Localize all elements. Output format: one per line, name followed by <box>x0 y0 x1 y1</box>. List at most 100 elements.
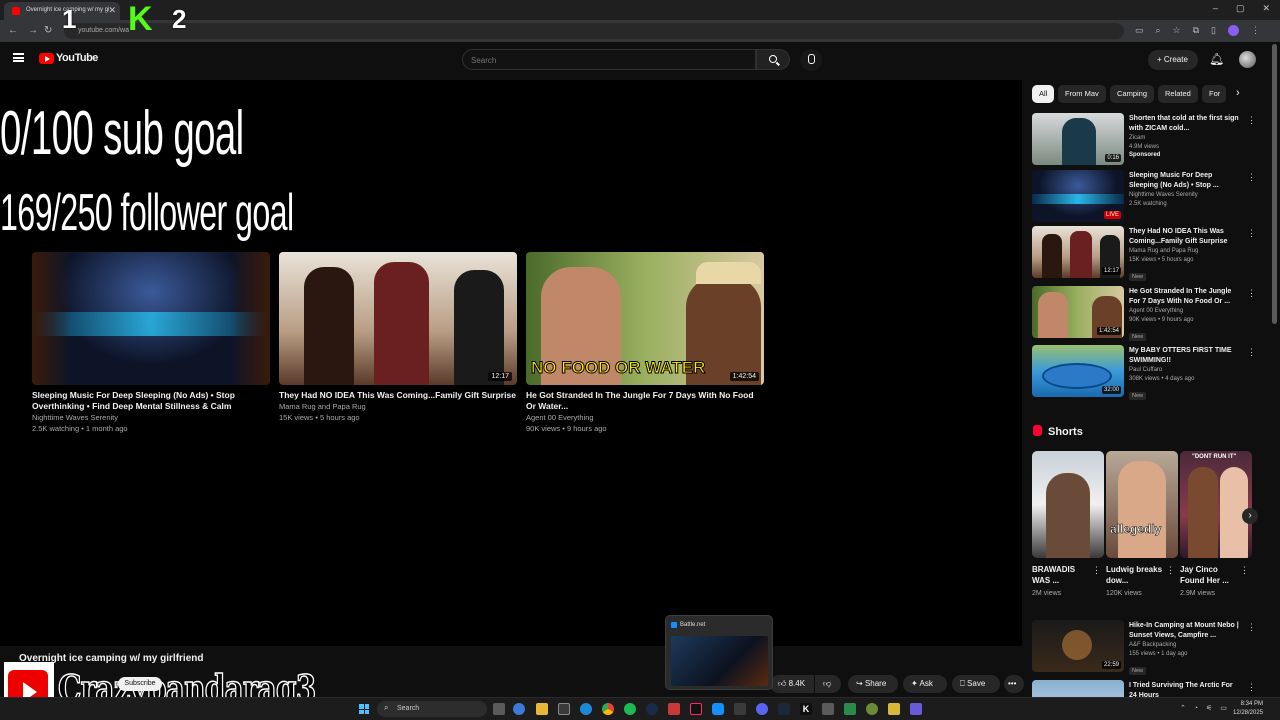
maximize-button[interactable]: ▢ <box>1236 3 1245 14</box>
taskbar-window-preview[interactable]: Battle.net <box>665 615 773 690</box>
task-view-icon[interactable] <box>493 703 505 715</box>
close-window-button[interactable]: ✕ <box>1262 3 1270 14</box>
recommendation-title[interactable]: I Tried Surviving The Arctic For 24 Hour… <box>1129 681 1241 697</box>
discord-icon[interactable] <box>756 703 768 715</box>
file-explorer-icon[interactable] <box>536 703 548 715</box>
kebab-menu-icon[interactable]: ⋮ <box>1247 172 1256 183</box>
tab-close-icon[interactable]: ✕ <box>108 5 116 16</box>
tiktok-icon[interactable] <box>690 703 702 715</box>
app-icon[interactable] <box>888 703 900 715</box>
steam-icon[interactable] <box>778 703 790 715</box>
recommendation-thumbnail[interactable]: 0:16 <box>1032 113 1124 165</box>
dislike-button[interactable]: 👎︎ <box>815 675 841 693</box>
chrome-icon[interactable] <box>602 703 614 715</box>
profile-avatar[interactable] <box>1228 25 1239 36</box>
teams-icon[interactable] <box>910 703 922 715</box>
reload-icon[interactable]: ↻ <box>44 25 52 36</box>
like-button[interactable]: 👍︎ 8.4K <box>770 675 814 693</box>
short-thumbnail[interactable]: "DONT RUN IT" <box>1180 451 1252 558</box>
kebab-menu-icon[interactable]: ⋮ <box>1247 228 1256 239</box>
kebab-menu-icon[interactable]: ⋮ <box>1166 565 1175 576</box>
kebab-menu-icon[interactable]: ⋮ <box>1247 622 1256 633</box>
page-scrollbar[interactable] <box>1272 44 1277 324</box>
end-card-video[interactable]: 12:17 They Had NO IDEA This Was Coming..… <box>279 252 517 423</box>
recommendation-thumbnail[interactable]: 12:17 <box>1032 226 1124 278</box>
kebab-menu-icon[interactable]: ⋮ <box>1247 347 1256 358</box>
search-input[interactable] <box>463 51 755 70</box>
share-button[interactable]: ↪ Share <box>848 675 898 693</box>
short-thumbnail[interactable]: allegedly <box>1106 451 1178 558</box>
kebab-menu-icon[interactable]: ⋮ <box>1240 565 1249 576</box>
create-button[interactable]: + Create <box>1148 50 1198 70</box>
short-title[interactable]: Ludwig breaks dow... <box>1106 564 1164 586</box>
recommendation-thumbnail[interactable]: 1:42:54 <box>1032 286 1124 338</box>
zoom-icon[interactable]: ⌕ <box>1155 25 1160 36</box>
spotify-icon[interactable] <box>624 703 636 715</box>
notifications-bell-icon[interactable]: 🔔︎ <box>1209 52 1224 66</box>
youtube-wordmark[interactable]: YouTube <box>56 52 98 64</box>
chip-camping[interactable]: Camping <box>1110 85 1155 103</box>
taskbar-search[interactable]: Search <box>377 701 487 717</box>
recommendation-title[interactable]: Shorten that cold at the first sign with… <box>1129 114 1241 134</box>
recommendation-title[interactable]: My BABY OTTERS FIRST TIME SWIMMING!! <box>1129 346 1241 366</box>
chip-for[interactable]: For <box>1202 85 1226 103</box>
hamburger-menu-icon[interactable] <box>13 53 24 62</box>
chevron-right-icon[interactable]: › <box>1236 87 1240 99</box>
recommendation-thumbnail[interactable]: 22:59 <box>1032 620 1124 672</box>
recommendation-title[interactable]: He Got Stranded In The Jungle For 7 Days… <box>1129 287 1241 307</box>
recommendation-item[interactable]: 0:16 Shorten that cold at the first sign… <box>1032 113 1262 167</box>
short-item[interactable]: allegedly Ludwig breaks dow... 120K view… <box>1106 451 1178 597</box>
voice-search-mic-icon[interactable] <box>800 49 822 71</box>
short-title[interactable]: Jay Cinco Found Her ... <box>1180 564 1238 586</box>
minimize-button[interactable]: – <box>1213 3 1218 14</box>
recommendation-item[interactable]: I Tried Surviving The Arctic For 24 Hour… <box>1032 680 1262 697</box>
app-icon[interactable] <box>668 703 680 715</box>
shorts-next-chevron-icon[interactable]: › <box>1242 508 1258 524</box>
search-button[interactable] <box>756 49 790 70</box>
search-box[interactable] <box>462 49 756 70</box>
system-tray-icons[interactable]: ⌃ ◔ ⚟ ▭ <box>1180 704 1230 712</box>
chip-all[interactable]: All <box>1032 85 1055 103</box>
edge-icon[interactable] <box>580 703 592 715</box>
end-card-title[interactable]: He Got Stranded In The Jungle For 7 Days… <box>526 390 764 412</box>
app-icon[interactable] <box>866 703 878 715</box>
app-icon[interactable] <box>734 703 746 715</box>
end-card-video[interactable]: Sleeping Music For Deep Sleeping (No Ads… <box>32 252 270 434</box>
end-card-thumbnail[interactable] <box>32 252 270 385</box>
end-card-thumbnail[interactable]: 12:17 <box>279 252 517 385</box>
app-icon[interactable] <box>646 703 658 715</box>
copilot-icon[interactable] <box>513 703 525 715</box>
short-thumbnail[interactable] <box>1032 451 1104 558</box>
save-button[interactable]: ⎕ Save <box>952 675 1000 693</box>
preview-thumbnail[interactable] <box>671 636 768 686</box>
back-icon[interactable]: ← <box>8 25 18 36</box>
recommendation-thumbnail[interactable]: LIVE <box>1032 170 1124 222</box>
forward-icon[interactable]: → <box>28 25 38 36</box>
recommendation-title[interactable]: They Had NO IDEA This Was Coming...Famil… <box>1129 227 1241 247</box>
app-icon[interactable] <box>844 703 856 715</box>
more-actions-button[interactable]: ••• <box>1004 675 1024 693</box>
chip-from-mav[interactable]: From Mav <box>1058 85 1106 103</box>
short-item[interactable]: BRAWADIS WAS ... 2M views ⋮ <box>1032 451 1104 597</box>
subscribe-button[interactable]: Subscribe <box>118 677 162 691</box>
recommendation-title[interactable]: Sleeping Music For Deep Sleeping (No Ads… <box>1129 171 1241 191</box>
end-card-video[interactable]: NO FOOD OR WATER 1:42:54 He Got Stranded… <box>526 252 764 434</box>
account-avatar[interactable] <box>1239 51 1256 68</box>
bookmark-star-icon[interactable]: ☆ <box>1173 25 1181 36</box>
recommendation-item[interactable]: 22:59 Hike-In Camping at Mount Nebo | Su… <box>1032 620 1262 675</box>
kebab-menu-icon[interactable]: ⋮ <box>1247 115 1256 126</box>
recommendation-item[interactable]: 1:42:54 He Got Stranded In The Jungle Fo… <box>1032 286 1262 341</box>
kebab-menu-icon[interactable]: ⋮ <box>1247 288 1256 299</box>
extensions-icon[interactable]: ⧉ <box>1193 25 1199 36</box>
youtube-logo-icon[interactable] <box>39 53 54 64</box>
kick-taskbar-icon[interactable]: K <box>800 703 812 715</box>
short-item[interactable]: "DONT RUN IT" Jay Cinco Found Her ... 2.… <box>1180 451 1252 597</box>
chip-related[interactable]: Related <box>1158 85 1198 103</box>
install-icon[interactable]: ▭ <box>1135 25 1144 36</box>
ask-button[interactable]: ✦ Ask <box>903 675 947 693</box>
end-card-title[interactable]: Sleeping Music For Deep Sleeping (No Ads… <box>32 390 270 412</box>
short-title[interactable]: BRAWADIS WAS ... <box>1032 564 1090 586</box>
recommendation-thumbnail[interactable]: 32:00 <box>1032 345 1124 397</box>
end-card-thumbnail[interactable]: NO FOOD OR WATER 1:42:54 <box>526 252 764 385</box>
url-field[interactable]: youtube.com/wa <box>64 23 1124 39</box>
